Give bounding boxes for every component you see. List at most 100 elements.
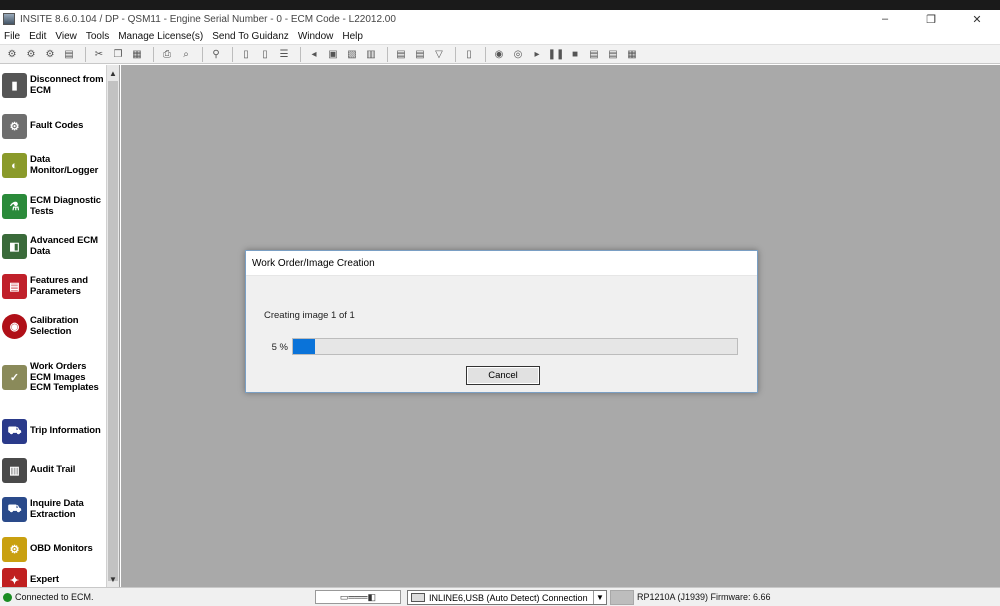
minimize-button[interactable]: – <box>862 10 908 28</box>
sidebar-item-fault-codes[interactable]: ⚙ Fault Codes <box>2 114 106 139</box>
adapter-dropdown-value: INLINE6,USB (Auto Detect) Connection <box>429 592 588 603</box>
trip-info-icon: ⛟ <box>2 419 27 444</box>
toolbar-separator <box>232 46 233 62</box>
sidebar-item-label: Advanced ECM Data <box>30 235 98 257</box>
snapshot-icon[interactable]: ◎ <box>510 46 526 62</box>
toolbar-separator <box>153 46 154 62</box>
back-icon[interactable]: ◂ <box>306 46 322 62</box>
play-icon[interactable]: ▸ <box>529 46 545 62</box>
calibration-icon: ◉ <box>2 314 27 339</box>
filter-icon[interactable]: ▽ <box>431 46 447 62</box>
menu-send-to-guidanz[interactable]: Send To Guidanz <box>212 31 295 42</box>
sidebar-item-label: Features and Parameters <box>30 275 88 297</box>
import-icon[interactable]: ▤ <box>412 46 428 62</box>
connection-status-icon <box>3 592 12 602</box>
connection-status-text: Connected to ECM. <box>15 592 94 602</box>
top-strip <box>0 0 1000 10</box>
menu-tools[interactable]: Tools <box>86 31 115 42</box>
sidebar-item-advanced-ecm[interactable]: ◧ Advanced ECM Data <box>2 234 106 259</box>
data-monitor-icon: ◐ <box>2 153 27 178</box>
maximize-button[interactable]: ❐ <box>908 10 954 28</box>
scroll-thumb[interactable] <box>108 81 118 581</box>
pause-icon[interactable]: ❚❚ <box>548 46 565 62</box>
sidebar-item-label: Expert <box>30 574 59 586</box>
menu-bar: File Edit View Tools Manage License(s) S… <box>0 28 1000 44</box>
sidebar-item-label: Fault Codes <box>30 120 84 132</box>
log-view-icon[interactable]: ▦ <box>624 46 640 62</box>
save-icon[interactable]: ▤ <box>61 46 77 62</box>
record-icon[interactable]: ◉ <box>491 46 507 62</box>
features-parameters-icon: ▤ <box>2 274 27 299</box>
disconnect-toolbar-icon[interactable]: ⚙ <box>23 46 39 62</box>
menu-window[interactable]: Window <box>298 31 340 42</box>
list-icon[interactable]: ☰ <box>276 46 292 62</box>
adapter-icon <box>411 593 425 602</box>
obd-monitors-icon: ⚙ <box>2 537 27 562</box>
connect-icon[interactable]: ⚙ <box>4 46 20 62</box>
close-button[interactable]: ✕ <box>954 10 1000 28</box>
sidebar-item-data-monitor[interactable]: ◐ Data Monitor/Logger <box>2 153 106 178</box>
sidebar-item-label: Calibration Selection <box>30 315 79 337</box>
chevron-down-icon[interactable]: ▼ <box>593 591 606 604</box>
sidebar-item-work-orders[interactable]: ✓ Work Orders ECM Images ECM Templates <box>2 361 106 394</box>
menu-file[interactable]: File <box>4 31 26 42</box>
work-orders-icon: ✓ <box>2 365 27 391</box>
menu-help[interactable]: Help <box>342 31 369 42</box>
export-icon[interactable]: ▤ <box>393 46 409 62</box>
dialog-status-text: Creating image 1 of 1 <box>264 310 355 321</box>
expert-icon: ✦ <box>2 568 27 587</box>
cut-icon[interactable]: ✂ <box>91 46 107 62</box>
sidebar-item-audit-trail[interactable]: ▥ Audit Trail <box>2 458 106 483</box>
status-bar: Connected to ECM. ▭═══◧ INLINE6,USB (Aut… <box>0 587 1000 606</box>
status-indicator <box>610 590 634 605</box>
diagnostic-tests-icon: ⚗ <box>2 194 27 219</box>
sidebar-item-ecm-diagnostic[interactable]: ⚗ ECM Diagnostic Tests <box>2 194 106 219</box>
image-icon[interactable]: ▧ <box>344 46 360 62</box>
sidebar-item-calibration[interactable]: ◉ Calibration Selection <box>2 314 106 339</box>
paste-icon[interactable]: ▦ <box>129 46 145 62</box>
sidebar-item-label: Work Orders ECM Images ECM Templates <box>30 361 99 393</box>
stop-icon[interactable]: ■ <box>567 46 583 62</box>
report-icon[interactable]: ▯ <box>257 46 273 62</box>
new-page-icon[interactable]: ▯ <box>461 46 477 62</box>
menu-view[interactable]: View <box>55 31 83 42</box>
sidebar-item-obd-monitors[interactable]: ⚙ OBD Monitors <box>2 537 106 562</box>
app-icon <box>3 13 15 25</box>
adapter-dropdown[interactable]: INLINE6,USB (Auto Detect) Connection ▼ <box>407 590 607 605</box>
sidebar-scrollbar[interactable]: ▲ ▼ <box>106 65 119 587</box>
dialog-title: Work Order/Image Creation <box>246 251 757 276</box>
log-settings-icon[interactable]: ▤ <box>586 46 602 62</box>
fault-codes-icon: ⚙ <box>2 114 27 139</box>
menu-manage-licenses[interactable]: Manage License(s) <box>118 31 209 42</box>
print-icon[interactable]: ⎙ <box>159 46 175 62</box>
sidebar-item-label: ECM Diagnostic Tests <box>30 195 101 217</box>
folder-icon[interactable]: ▣ <box>325 46 341 62</box>
toolbar-separator <box>387 46 388 62</box>
sidebar-item-features[interactable]: ▤ Features and Parameters <box>2 274 106 299</box>
sidebar-item-inquire-data[interactable]: ⛟ Inquire Data Extraction <box>2 497 106 522</box>
scroll-down-icon[interactable]: ▼ <box>107 573 119 585</box>
sidebar-item-label: Disconnect from ECM <box>30 74 104 96</box>
sidebar-item-disconnect[interactable]: ▮ Disconnect from ECM <box>2 73 106 98</box>
disconnect-icon: ▮ <box>2 73 27 98</box>
scroll-up-icon[interactable]: ▲ <box>107 67 119 79</box>
sidebar-item-label: Data Monitor/Logger <box>30 154 99 176</box>
cancel-button[interactable]: Cancel <box>466 366 540 385</box>
sidebar-item-label: Audit Trail <box>30 464 76 476</box>
window-title: INSITE 8.6.0.104 / DP - QSM11 - Engine S… <box>20 13 396 25</box>
progress-percent-label: 5 % <box>271 342 288 353</box>
sidebar-item-expert[interactable]: ✦ Expert <box>2 568 106 587</box>
find-icon[interactable]: ⚲ <box>208 46 224 62</box>
toolbar: ⚙ ⚙ ⚙ ▤ ✂ ❐ ▦ ⎙ ⌕ ⚲ ▯ ▯ ☰ ◂ ▣ ▧ ▥ ▤ ▤ ▽ … <box>0 44 1000 64</box>
protocol-firmware-text: RP1210A (J1939) Firmware: 6.66 <box>637 592 771 602</box>
print-preview-icon[interactable]: ⌕ <box>178 46 194 62</box>
title-bar: INSITE 8.6.0.104 / DP - QSM11 - Engine S… <box>0 10 1000 28</box>
log-file-icon[interactable]: ▤ <box>605 46 621 62</box>
sidebar-item-trip-information[interactable]: ⛟ Trip Information <box>2 419 106 444</box>
copy-icon[interactable]: ❐ <box>110 46 126 62</box>
sidebar-item-label: OBD Monitors <box>30 543 93 555</box>
archive-icon[interactable]: ▥ <box>363 46 379 62</box>
ecm-settings-icon[interactable]: ⚙ <box>42 46 58 62</box>
menu-edit[interactable]: Edit <box>29 31 52 42</box>
document-icon[interactable]: ▯ <box>238 46 254 62</box>
